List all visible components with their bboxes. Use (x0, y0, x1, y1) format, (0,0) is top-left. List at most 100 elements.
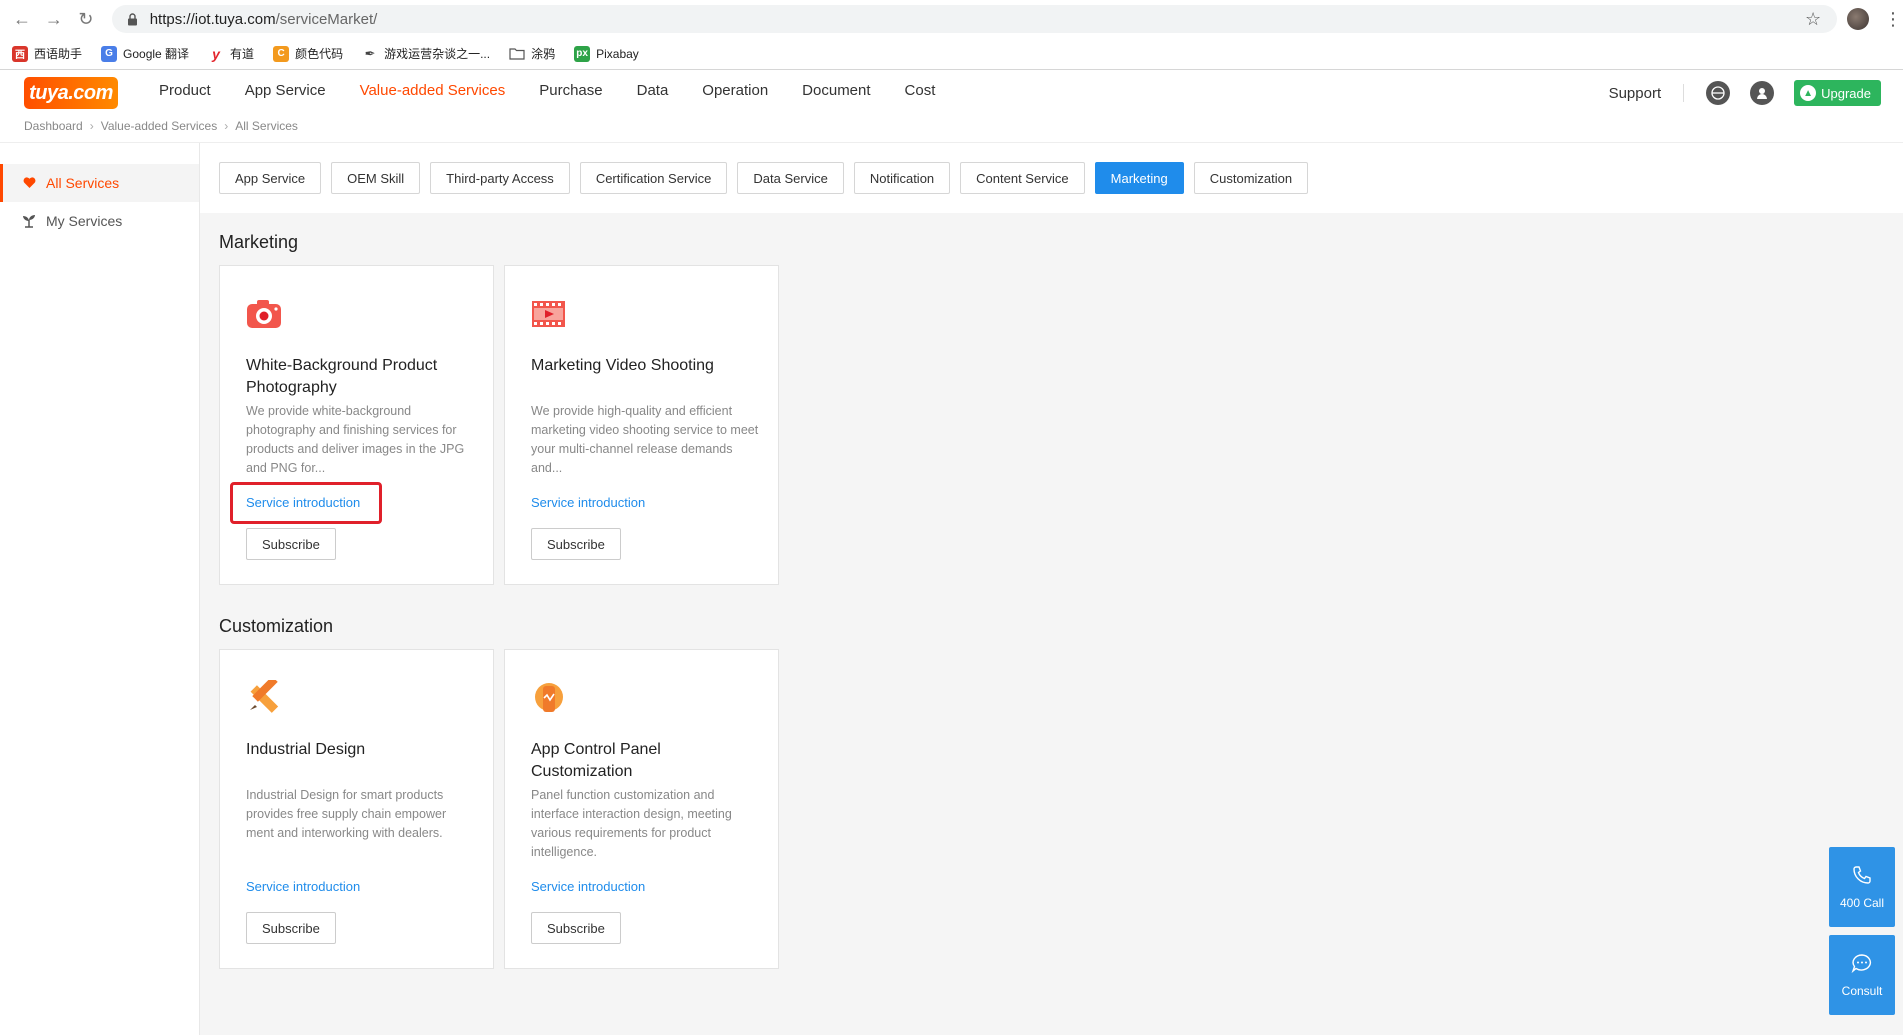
section-title-marketing: Marketing (219, 232, 299, 252)
breadcrumb-all-services: All Services (235, 119, 298, 133)
bookmark-label: 涂鸦 (531, 47, 556, 61)
call-button[interactable]: 400 Call (1829, 847, 1895, 927)
nav-cost[interactable]: Cost (905, 82, 936, 99)
subscribe-button[interactable]: Subscribe (531, 912, 621, 944)
bookmark-item[interactable]: C 颜色代码 (273, 45, 343, 62)
card-title: Marketing Video Shooting (531, 357, 714, 374)
subscribe-button[interactable]: Subscribe (246, 912, 336, 944)
pixabay-icon: px (574, 45, 591, 62)
bookmark-label: 有道 (230, 47, 255, 61)
service-card-app-control-panel: App Control Panel Customization Panel fu… (504, 649, 779, 969)
upgrade-button[interactable]: ▲ Upgrade (1794, 80, 1881, 106)
bookmark-label: 游戏运营杂谈之一... (384, 47, 491, 61)
consult-button[interactable]: Consult (1829, 935, 1895, 1015)
bookmark-item[interactable]: G Google 翻译 (101, 45, 189, 62)
tab-oem-skill[interactable]: OEM Skill (331, 162, 421, 194)
nav-purchase[interactable]: Purchase (539, 82, 602, 99)
service-introduction-link[interactable]: Service introduction (531, 879, 645, 894)
category-tabs: App Service OEM Skill Third-party Access… (200, 143, 1903, 213)
tab-marketing[interactable]: Marketing (1094, 162, 1184, 194)
tab-certification-service[interactable]: Certification Service (579, 162, 728, 194)
bookmarks-bar: 西 西语助手 G Google 翻译 y 有道 C 颜色代码 ✒ 游戏运营杂谈之… (0, 38, 1903, 70)
breadcrumb-value-added[interactable]: Value-added Services (101, 119, 218, 133)
chat-bubble-icon (1851, 953, 1873, 976)
call-label: 400 Call (1839, 895, 1885, 910)
tab-data-service[interactable]: Data Service (737, 162, 844, 194)
youdao-icon: y (208, 45, 225, 62)
chevron-right-icon: › (224, 119, 229, 133)
bookmark-item[interactable]: 西 西语助手 (12, 45, 82, 62)
bookmark-item[interactable]: px Pixabay (574, 45, 639, 62)
service-introduction-link[interactable]: Service introduction (531, 495, 645, 510)
bookmark-star-icon[interactable]: ☆ (1805, 9, 1821, 30)
card-description: Industrial Design for smart products pro… (246, 788, 447, 840)
nav-operation[interactable]: Operation (702, 82, 768, 99)
card-title: White-Background Product Photography (246, 357, 438, 396)
tab-notification[interactable]: Notification (853, 162, 951, 194)
breadcrumb-dashboard[interactable]: Dashboard (24, 119, 83, 133)
address-bar[interactable]: https://iot.tuya.com/serviceMarket/ ☆ (111, 5, 1838, 33)
tab-content-service[interactable]: Content Service (960, 162, 1085, 194)
folder-icon (509, 45, 526, 62)
phone-panel-icon (531, 680, 567, 716)
bookmark-item[interactable]: y 有道 (208, 45, 254, 62)
bookmark-label: Pixabay (596, 46, 639, 61)
bookmark-label: Google 翻译 (123, 47, 190, 61)
subscribe-button[interactable]: Subscribe (531, 528, 621, 560)
service-card-industrial-design: Industrial Design Industrial Design for … (219, 649, 494, 969)
support-link[interactable]: Support (1609, 85, 1662, 102)
sidebar-item-all-services[interactable]: All Services (0, 164, 199, 202)
back-icon[interactable]: ← (6, 0, 38, 38)
plant-icon (22, 214, 36, 228)
sidebar: All Services My Services (0, 143, 200, 1035)
subscribe-button[interactable]: Subscribe (246, 528, 336, 560)
card-description: Panel function customization and interfa… (531, 788, 732, 859)
color-code-icon: C (273, 45, 290, 62)
tab-app-service[interactable]: App Service (219, 162, 322, 194)
card-description: We provide white-background photography … (246, 404, 465, 475)
bookmark-item[interactable]: 涂鸦 (509, 45, 555, 62)
chevron-right-icon: › (89, 119, 94, 133)
arrow-up-icon: ▲ (1800, 85, 1817, 101)
nav-data[interactable]: Data (637, 82, 669, 99)
bookmark-item[interactable]: ✒ 游戏运营杂谈之一... (362, 45, 490, 62)
nav-product[interactable]: Product (159, 82, 211, 99)
service-introduction-link[interactable]: Service introduction (246, 495, 360, 510)
camera-icon (246, 296, 282, 332)
card-description: We provide high-quality and efficient ma… (531, 404, 759, 475)
tuya-logo[interactable]: tuya.com (24, 77, 118, 109)
service-introduction-link[interactable]: Service introduction (246, 879, 360, 894)
profile-avatar[interactable] (1847, 8, 1870, 30)
url-path: /serviceMarket/ (275, 10, 378, 28)
service-card-video-shooting: Marketing Video Shooting We provide high… (504, 265, 779, 585)
reload-icon[interactable]: ↻ (70, 0, 102, 38)
xiyu-icon: 西 (12, 45, 28, 62)
film-icon (531, 296, 567, 332)
pencil-ruler-icon (246, 676, 282, 716)
top-nav: Product App Service Value-added Services… (142, 82, 952, 99)
sidebar-item-label: All Services (46, 175, 120, 191)
card-title: Industrial Design (246, 741, 366, 758)
nav-value-added-services[interactable]: Value-added Services (360, 82, 506, 99)
service-card-photography: White-Background Product Photography We … (219, 265, 494, 585)
breadcrumb: Dashboard › Value-added Services › All S… (24, 119, 298, 133)
nav-document[interactable]: Document (802, 82, 870, 99)
browser-menu-icon[interactable]: ⋮ (1883, 9, 1903, 30)
lock-icon (126, 12, 140, 26)
upgrade-label: Upgrade (1821, 85, 1871, 101)
sidebar-item-my-services[interactable]: My Services (0, 202, 199, 240)
globe-icon[interactable] (1706, 81, 1731, 105)
nav-app-service[interactable]: App Service (245, 82, 326, 99)
bookmark-label: 颜色代码 (295, 47, 344, 61)
section-title-customization: Customization (219, 616, 334, 636)
user-icon[interactable] (1750, 81, 1775, 105)
sidebar-item-label: My Services (46, 213, 123, 229)
heart-icon (22, 176, 36, 190)
url-host: https://iot.tuya.com (149, 10, 276, 28)
card-title: App Control Panel Customization (531, 741, 661, 780)
feather-icon: ✒ (362, 45, 379, 62)
tab-customization[interactable]: Customization (1193, 162, 1309, 194)
tab-third-party-access[interactable]: Third-party Access (430, 162, 570, 194)
bookmark-label: 西语助手 (34, 47, 83, 61)
forward-icon[interactable]: → (38, 0, 70, 38)
